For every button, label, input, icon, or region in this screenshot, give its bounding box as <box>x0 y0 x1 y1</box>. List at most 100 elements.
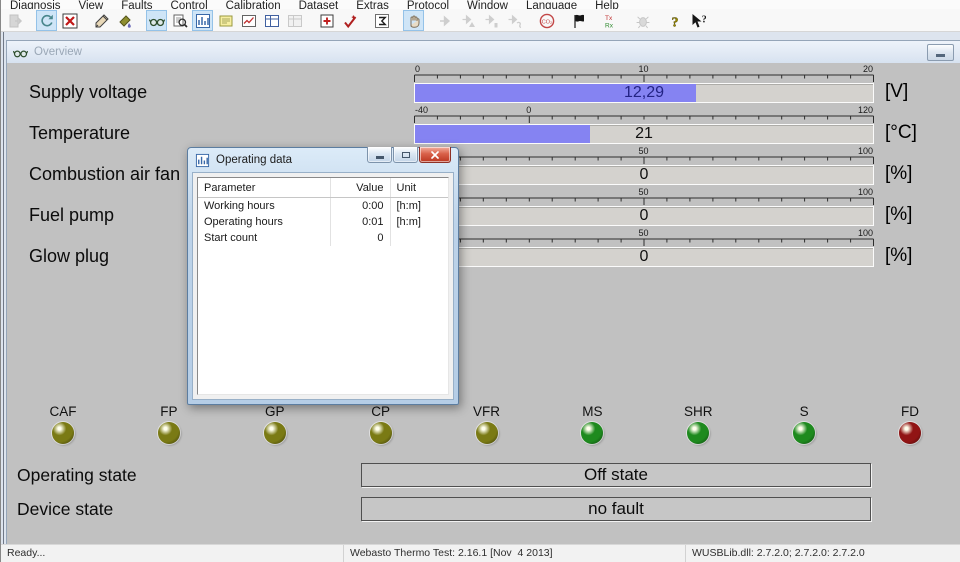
menu-calibration[interactable]: Calibration <box>217 0 290 9</box>
svg-text:100: 100 <box>858 228 873 238</box>
mdi-workspace: Overview Supply voltage 0 10 2012,29[V]T… <box>1 32 960 545</box>
indicator-label-vfr: VFR <box>447 404 527 419</box>
step-forward-icon[interactable] <box>435 10 456 31</box>
diagnosis-glasses-icon[interactable] <box>146 10 167 31</box>
menu-protocol[interactable]: Protocol <box>398 0 458 9</box>
operating-data-dialog: Operating data Parameter Value Unit <box>187 147 459 405</box>
gauge-bar: 12,29 <box>414 83 874 103</box>
gauge-unit: [%] <box>885 245 912 267</box>
refresh-icon[interactable] <box>36 10 57 31</box>
gauge-scale: -40 0 120 <box>414 104 874 124</box>
cell-value: 0:00 <box>330 198 390 215</box>
svg-text:CO₂: CO₂ <box>541 19 551 25</box>
indicator-label-cp: CP <box>341 404 421 419</box>
disconnect-icon[interactable] <box>59 10 80 31</box>
menu-language[interactable]: Language <box>517 0 586 9</box>
cell-parameter: Working hours <box>198 198 330 215</box>
indicator-label-fp: FP <box>129 404 209 419</box>
fill-icon[interactable] <box>114 10 135 31</box>
indicator-led-ms <box>581 422 603 444</box>
gauge-scale: 0 50 100 <box>414 227 874 247</box>
svg-text:0: 0 <box>415 64 420 74</box>
gauge-unit: [%] <box>885 204 912 226</box>
gauge-label: Supply voltage <box>29 82 147 103</box>
svg-text:10: 10 <box>638 64 648 74</box>
menu-extras[interactable]: Extras <box>347 0 398 9</box>
state-label: Device state <box>17 499 113 520</box>
indicator-led-vfr <box>476 422 498 444</box>
table-row: Working hours0:00[h:m] <box>198 198 448 215</box>
overview-title: Overview <box>34 46 82 58</box>
gauge-bar: 21 <box>414 124 874 144</box>
gauge-value: 21 <box>415 125 873 143</box>
gauge-bar: 0 <box>414 206 874 226</box>
hand-control-icon[interactable] <box>403 10 424 31</box>
svg-text:?: ? <box>671 15 678 29</box>
overview-minimize-button[interactable] <box>927 44 954 61</box>
menu-window[interactable]: Window <box>458 0 517 9</box>
sum-icon[interactable] <box>371 10 392 31</box>
menu-help[interactable]: Help <box>586 0 628 9</box>
dataset-view-icon[interactable] <box>284 10 305 31</box>
operating-data-icon <box>195 153 210 168</box>
flag-icon[interactable] <box>568 10 589 31</box>
dialog-minimize-button[interactable] <box>367 147 392 163</box>
debug-icon[interactable] <box>632 10 653 31</box>
indicator-label-gp: GP <box>235 404 315 419</box>
gauge-bar: 0 <box>414 247 874 267</box>
dialog-close-button[interactable] <box>419 147 451 163</box>
glasses-icon <box>13 45 28 60</box>
gauge-value: 0 <box>415 207 873 225</box>
dialog-title: Operating data <box>216 154 292 166</box>
notes-icon[interactable] <box>215 10 236 31</box>
step-single-icon[interactable] <box>481 10 502 31</box>
indicator-led-gp <box>264 422 286 444</box>
context-help-icon[interactable]: ? <box>687 10 708 31</box>
svg-text:100: 100 <box>858 146 873 156</box>
minimize-icon <box>376 156 384 159</box>
svg-text:-40: -40 <box>415 105 428 115</box>
menu-control[interactable]: Control <box>162 0 217 9</box>
indicator-led-fd <box>899 422 921 444</box>
cell-value: 0:01 <box>330 214 390 230</box>
fault-check-icon[interactable] <box>339 10 360 31</box>
column-header-value: Value <box>330 178 390 198</box>
edit-icon[interactable] <box>91 10 112 31</box>
table-row: Start count0 <box>198 230 448 246</box>
menu-faults[interactable]: Faults <box>112 0 161 9</box>
gauge-unit: [V] <box>885 81 908 103</box>
indicator-led-cp <box>370 422 392 444</box>
indicator-label-fd: FD <box>870 404 950 419</box>
svg-text:Tx: Tx <box>605 15 613 22</box>
dataset-table-icon[interactable] <box>261 10 282 31</box>
tx-rx-icon[interactable]: TxRx <box>600 10 621 31</box>
svg-text:50: 50 <box>638 187 648 197</box>
add-fault-icon[interactable] <box>316 10 337 31</box>
gauge-label: Glow plug <box>29 246 109 267</box>
statusbar-divider <box>685 545 686 562</box>
search-report-icon[interactable] <box>169 10 190 31</box>
operating-data-table: Parameter Value Unit Working hours0:00[h… <box>197 177 449 395</box>
status-version: Webasto Thermo Test: 2.16.1 [Nov 4 2013] <box>350 547 553 559</box>
co2-icon[interactable]: CO₂ <box>536 10 557 31</box>
gauge-scale: 0 50 100 <box>414 145 874 165</box>
step-cycle-icon[interactable] <box>504 10 525 31</box>
trend-icon[interactable] <box>238 10 259 31</box>
status-ready: Ready... <box>7 547 45 559</box>
statusbar-divider <box>343 545 344 562</box>
step-tree-icon[interactable] <box>458 10 479 31</box>
indicator-led-shr <box>687 422 709 444</box>
cell-parameter: Operating hours <box>198 214 330 230</box>
svg-text:120: 120 <box>858 105 873 115</box>
menu-diagnosis[interactable]: Diagnosis <box>1 0 70 9</box>
menu-dataset[interactable]: Dataset <box>290 0 348 9</box>
dialog-maximize-button[interactable] <box>393 147 418 163</box>
dialog-body: Parameter Value Unit Working hours0:00[h… <box>192 172 454 400</box>
menu-view[interactable]: View <box>70 0 113 9</box>
svg-text:20: 20 <box>863 64 873 74</box>
help-icon[interactable]: ? <box>664 10 685 31</box>
operating-data-icon[interactable] <box>192 10 213 31</box>
svg-text:0: 0 <box>526 105 531 115</box>
exit-icon[interactable] <box>4 10 25 31</box>
overview-titlebar[interactable]: Overview <box>7 41 960 64</box>
